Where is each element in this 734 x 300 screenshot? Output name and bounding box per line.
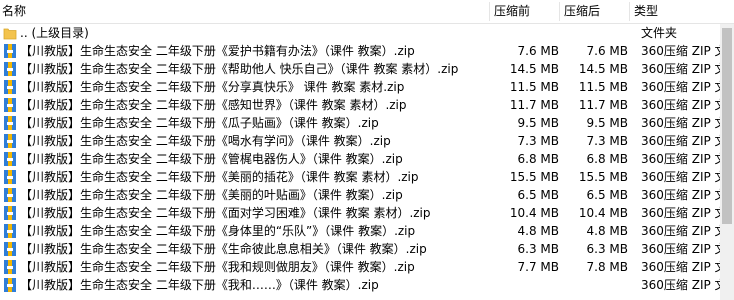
file-row[interactable]: 【川教版】生命生态安全 二年级下册《管梶电器伤人》（课件 教案）.zip 6.8 … (0, 150, 720, 168)
file-row[interactable]: 【川教版】生命生态安全 二年级下册《美丽的叶贴画》（课件 教案）.zip 6.5 … (0, 186, 720, 204)
original-size: 14.5 MB (509, 62, 559, 76)
zip-archive-icon (4, 80, 16, 94)
compressed-size: 4.8 MB (586, 224, 628, 238)
zip-archive-icon (4, 116, 16, 130)
file-name: 【川教版】生命生态安全 二年级下册《面对学习困难》（课件 教案 素材）.zip (20, 206, 431, 220)
vertical-scrollbar[interactable] (720, 24, 734, 300)
zip-archive-icon (4, 224, 16, 238)
file-type: 360压缩 ZIP 文 (641, 44, 720, 58)
column-header-name[interactable]: 名称 (2, 3, 26, 19)
original-size: 9.5 MB (517, 116, 559, 130)
compressed-size: 6.8 MB (586, 152, 628, 166)
column-divider[interactable] (629, 2, 630, 21)
zip-archive-icon (4, 170, 16, 184)
file-name: 【川教版】生命生态安全 二年级下册《美丽的叶贴画》（课件 教案）.zip (20, 188, 403, 202)
original-size: 7.6 MB (517, 44, 559, 58)
file-row[interactable]: 【川教版】生命生态安全 二年级下册《我和规则做朋友》（课件 教案）.zip 7.7… (0, 258, 720, 276)
file-row[interactable]: 【川教版】生命生态安全 二年级下册《感知世界》（课件 教案 素材）.zip 11.… (0, 96, 720, 114)
file-row[interactable]: 【川教版】生命生态安全 二年级下册《爱护书籍有办法》（课件 教案）.zip 7.6… (0, 42, 720, 60)
column-header-original-size[interactable]: 压缩前 (494, 3, 530, 19)
column-divider[interactable] (559, 2, 560, 21)
zip-archive-icon (4, 134, 16, 148)
file-row[interactable]: 【川教版】生命生态安全 二年级下册《瓜子贴画》（课件 教案）.zip 9.5 MB… (0, 114, 720, 132)
compressed-size: 14.5 MB (578, 62, 628, 76)
file-name: 【川教版】生命生态安全 二年级下册《管梶电器伤人》（课件 教案）.zip (20, 152, 403, 166)
file-type: 360压缩 ZIP 文 (641, 224, 720, 238)
file-row[interactable]: 【川教版】生命生态安全 二年级下册《我和……》（课件 教案）.zip 360压缩 … (0, 276, 720, 294)
file-name: 【川教版】生命生态安全 二年级下册《感知世界》（课件 教案 素材）.zip (20, 98, 407, 112)
file-row[interactable]: 【川教版】生命生态安全 二年级下册《生命彼此息息相关》（课件 教案）.zip 6.… (0, 240, 720, 258)
compressed-size: 9.5 MB (586, 116, 628, 130)
zip-archive-icon (4, 278, 16, 292)
original-size: 4.8 MB (517, 224, 559, 238)
file-name: .. (上级目录) (20, 26, 89, 40)
zip-archive-icon (4, 62, 16, 76)
file-name: 【川教版】生命生态安全 二年级下册《生命彼此息息相关》（课件 教案）.zip (20, 242, 427, 256)
file-name: 【川教版】生命生态安全 二年级下册《身体里的“乐队”》（课件 教案）.zip (20, 224, 416, 238)
original-size: 10.4 MB (509, 206, 559, 220)
file-type: 360压缩 ZIP 文 (641, 206, 720, 220)
original-size: 6.8 MB (517, 152, 559, 166)
file-type: 360压缩 ZIP 文 (641, 80, 720, 94)
folder-icon (3, 28, 17, 40)
compressed-size: 7.6 MB (586, 44, 628, 58)
file-name: 【川教版】生命生态安全 二年级下册《帮助他人 快乐自己》（课件 教案 素材）.z… (20, 62, 459, 76)
column-divider[interactable] (489, 2, 490, 21)
zip-archive-icon (4, 242, 16, 256)
compressed-size: 6.3 MB (586, 242, 628, 256)
zip-archive-icon (4, 98, 16, 112)
original-size: 7.3 MB (517, 134, 559, 148)
zip-archive-icon (4, 260, 16, 274)
compressed-size: 10.4 MB (578, 206, 628, 220)
file-name: 【川教版】生命生态安全 二年级下册《我和规则做朋友》（课件 教案）.zip (20, 260, 415, 274)
original-size: 11.5 MB (509, 80, 559, 94)
compressed-size: 7.3 MB (586, 134, 628, 148)
compressed-size: 11.5 MB (578, 80, 628, 94)
file-row[interactable]: 【川教版】生命生态安全 二年级下册《面对学习困难》（课件 教案 素材）.zip 1… (0, 204, 720, 222)
file-type: 360压缩 ZIP 文 (641, 152, 720, 166)
compressed-size: 7.8 MB (586, 260, 628, 274)
file-type: 360压缩 ZIP 文 (641, 260, 720, 274)
compressed-size: 11.7 MB (578, 98, 628, 112)
file-type: 文件夹 (641, 26, 678, 40)
file-type: 360压缩 ZIP 文 (641, 98, 720, 112)
file-name: 【川教版】生命生态安全 二年级下册《爱护书籍有办法》（课件 教案）.zip (20, 44, 415, 58)
file-name: 【川教版】生命生态安全 二年级下册《分享真快乐》 课件 教案 素材.zip (20, 80, 405, 94)
file-type: 360压缩 ZIP 文 (641, 134, 720, 148)
compressed-size: 6.5 MB (586, 188, 628, 202)
original-size: 7.7 MB (517, 260, 559, 274)
file-type: 360压缩 ZIP 文 (641, 188, 720, 202)
file-type: 360压缩 ZIP 文 (641, 170, 720, 184)
original-size: 6.3 MB (517, 242, 559, 256)
file-row[interactable]: 【川教版】生命生态安全 二年级下册《喝水有学问》（课件 教案）.zip 7.3 M… (0, 132, 720, 150)
file-row[interactable]: 【川教版】生命生态安全 二年级下册《美丽的插花》（课件 教案 素材）.zip 15… (0, 168, 720, 186)
parent-directory-row[interactable]: .. (上级目录) 文件夹 (0, 24, 720, 42)
column-header-type[interactable]: 类型 (634, 3, 658, 19)
scrollbar-thumb[interactable] (722, 28, 732, 224)
original-size (493, 276, 559, 294)
zip-archive-icon (4, 206, 16, 220)
file-name: 【川教版】生命生态安全 二年级下册《瓜子贴画》（课件 教案）.zip (20, 116, 379, 130)
file-name: 【川教版】生命生态安全 二年级下册《我和……》（课件 教案）.zip (20, 278, 379, 292)
original-size: 11.7 MB (509, 98, 559, 112)
file-name: 【川教版】生命生态安全 二年级下册《美丽的插花》（课件 教案 素材）.zip (20, 170, 419, 184)
file-type: 360压缩 ZIP 文 (641, 242, 720, 256)
file-name: 【川教版】生命生态安全 二年级下册《喝水有学问》（课件 教案）.zip (20, 134, 391, 148)
compressed-size (562, 276, 628, 294)
zip-archive-icon (4, 188, 16, 202)
column-header-compressed-size[interactable]: 压缩后 (564, 3, 600, 19)
zip-archive-icon (4, 152, 16, 166)
file-row[interactable]: 【川教版】生命生态安全 二年级下册《身体里的“乐队”》（课件 教案）.zip 4.… (0, 222, 720, 240)
zip-archive-icon (4, 44, 16, 58)
file-row[interactable]: 【川教版】生命生态安全 二年级下册《帮助他人 快乐自己》（课件 教案 素材）.z… (0, 60, 720, 78)
original-size: 15.5 MB (509, 170, 559, 184)
file-type: 360压缩 ZIP 文 (641, 62, 720, 76)
column-header: 名称 压缩前 压缩后 类型 (0, 0, 734, 24)
original-size: 6.5 MB (517, 188, 559, 202)
file-type: 360压缩 ZIP 文 (641, 116, 720, 130)
compressed-size: 15.5 MB (578, 170, 628, 184)
file-type: 360压缩 ZIP 文 (641, 278, 720, 292)
file-row[interactable]: 【川教版】生命生态安全 二年级下册《分享真快乐》 课件 教案 素材.zip 11.… (0, 78, 720, 96)
